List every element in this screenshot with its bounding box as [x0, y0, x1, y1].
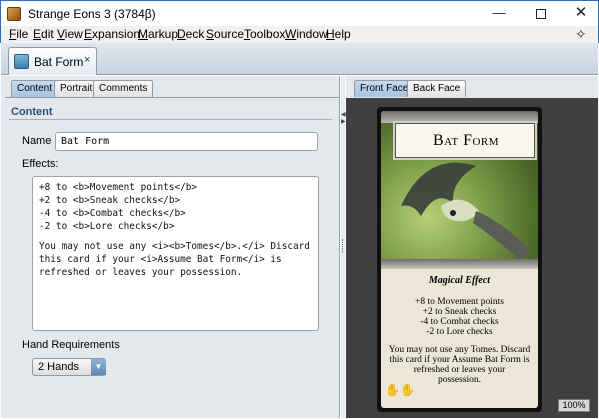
close-button[interactable]: ✕: [561, 1, 599, 27]
card-viewer[interactable]: Bat Form Magical Effect +8 to Movement p…: [346, 98, 598, 418]
hand-requirements-select[interactable]: 2 Hands ▼: [32, 358, 106, 376]
minimize-button[interactable]: —: [479, 1, 519, 27]
menu-bar: File Edit View Expansion Markup Deck Sou…: [0, 26, 599, 43]
tab-back-face[interactable]: Back Face: [407, 80, 467, 97]
effects-line: +8 to <b>Movement points</b>: [39, 182, 198, 193]
menu-file[interactable]: File: [9, 27, 28, 41]
document-tab-label: Bat Form: [34, 55, 84, 69]
card-stat-line: -2 to Lore checks: [426, 327, 493, 337]
section-title: Content: [11, 106, 53, 118]
tab-content[interactable]: Content: [11, 80, 59, 97]
effects-line: You may not use any <i><b>Tomes</b>.</i>…: [39, 241, 310, 252]
menu-source[interactable]: Source: [206, 27, 244, 41]
hand-requirements-label: Hand Requirements: [22, 339, 120, 351]
splitter-grip[interactable]: [342, 239, 344, 253]
hands-icon: ✋✋: [385, 383, 415, 397]
menu-deck[interactable]: Deck: [177, 27, 204, 41]
section-divider: [9, 119, 332, 120]
menu-toolbox[interactable]: Toolbox: [244, 27, 285, 41]
spark-icon[interactable]: ✧: [575, 26, 587, 43]
maximize-button[interactable]: [521, 1, 561, 27]
effects-textarea[interactable]: +8 to <b>Movement points</b> +2 to <b>Sn…: [32, 176, 319, 331]
app-icon: [7, 7, 21, 21]
hand-requirements-value: 2 Hands: [38, 361, 79, 373]
document-tab[interactable]: Bat Form ×: [8, 47, 97, 75]
effects-line: -2 to <b>Lore checks</b>: [39, 221, 175, 232]
tab-divider: [5, 97, 339, 98]
chevron-down-icon[interactable]: ▼: [91, 359, 106, 375]
window-title: Strange Eons 3 (3784β): [28, 7, 156, 21]
menu-view[interactable]: View: [57, 27, 83, 41]
card-stat-line: -4 to Combat checks: [420, 317, 499, 327]
title-bar: Strange Eons 3 (3784β) — ✕: [0, 0, 599, 26]
effects-line: -4 to <b>Combat checks</b>: [39, 208, 186, 219]
tab-comments[interactable]: Comments: [93, 80, 154, 97]
card-title-banner: Bat Form: [395, 123, 535, 158]
card-ornament-border: [381, 259, 538, 269]
card-rule-line: You may not use any Tomes. Discard: [388, 345, 531, 355]
close-tab-icon[interactable]: ×: [84, 54, 90, 66]
effects-line: +2 to <b>Sneak checks</b>: [39, 195, 181, 206]
editor-panel: Content Portrait Comments Content Name B…: [1, 76, 340, 418]
card-preview: Bat Form Magical Effect +8 to Movement p…: [377, 107, 542, 412]
zoom-level: 100%: [558, 399, 590, 412]
maximize-icon: [536, 9, 546, 19]
collapse-right-icon[interactable]: ▶: [341, 118, 346, 125]
effects-line: this card if your <i>Assume Bat Form</i>…: [39, 254, 282, 265]
card-stat-line: +2 to Sneak checks: [422, 307, 497, 317]
menu-help[interactable]: Help: [326, 27, 351, 41]
card-rule-line: this card if your Assume Bat Form is: [389, 355, 530, 365]
card-icon: [14, 54, 29, 69]
card-type: Magical Effect: [428, 275, 491, 286]
effects-label: Effects:: [22, 158, 59, 170]
preview-panel: Front Face Back Face Bat Form Magical Ef…: [346, 76, 598, 418]
name-field[interactable]: Bat Form: [55, 132, 318, 151]
card-stat-line: +8 to Movement points: [414, 297, 504, 307]
card-rule-line: refreshed or leaves your: [413, 365, 506, 375]
document-tab-strip: Bat Form ×: [1, 43, 598, 75]
card-face: Bat Form Magical Effect +8 to Movement p…: [381, 111, 538, 408]
menu-markup[interactable]: Markup: [138, 27, 178, 41]
tab-portrait[interactable]: Portrait: [54, 80, 99, 97]
card-top-border: [381, 111, 538, 123]
face-tab-bar: Front Face Back Face: [346, 76, 598, 98]
tab-front-face[interactable]: Front Face: [354, 80, 415, 97]
card-title: Bat Form: [432, 132, 500, 149]
name-label: Name: [22, 135, 52, 147]
menu-window[interactable]: Window: [285, 27, 328, 41]
menu-edit[interactable]: Edit: [33, 27, 54, 41]
menu-expansion[interactable]: Expansion: [84, 27, 140, 41]
collapse-left-icon[interactable]: ◀: [341, 111, 346, 118]
effects-line: refreshed or leaves your possession.: [39, 267, 243, 278]
